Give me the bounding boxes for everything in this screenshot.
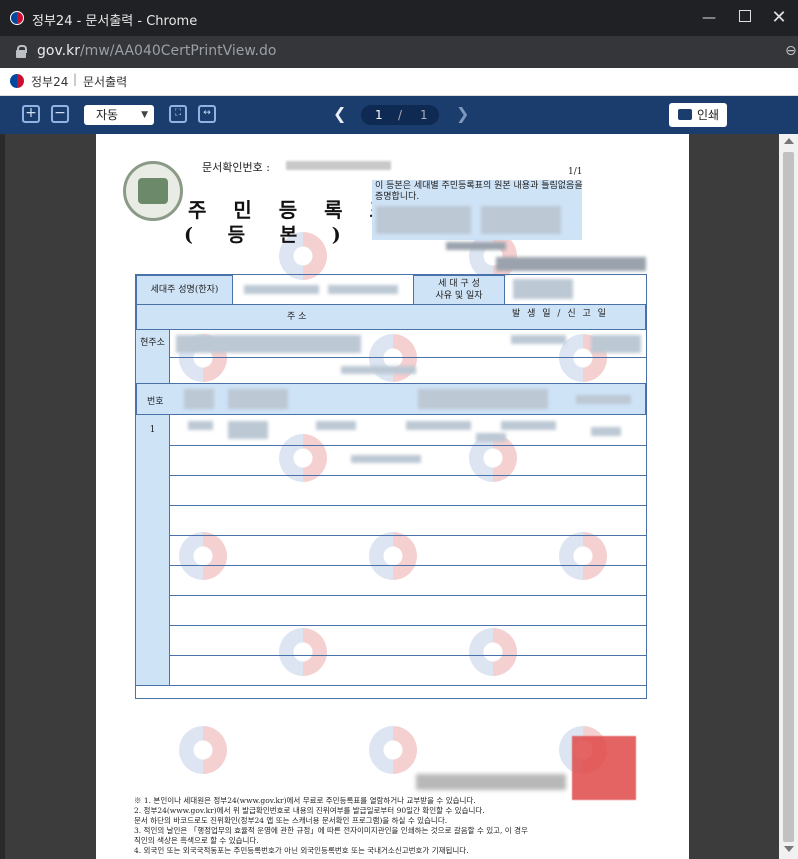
document-subtitle: ( 등 본 )	[184, 224, 355, 246]
left-edge	[0, 134, 5, 859]
site-name: 정부24	[31, 75, 69, 89]
zoom-in-button[interactable]: +	[22, 105, 40, 123]
household-reason-label: 세 대 구 성 사유 및 일자	[413, 275, 505, 305]
url-host: gov.kr	[37, 43, 80, 59]
maximize-icon	[739, 10, 751, 22]
number-label: 번호	[147, 397, 164, 407]
lock-icon	[16, 45, 27, 58]
address-bar[interactable]: gov.kr/mw/AA040CertPrintView.do ⊖	[0, 36, 798, 68]
redacted-info	[481, 206, 561, 234]
page-indicator[interactable]: 1 / 1	[361, 105, 439, 125]
issuer-name-redacted	[416, 774, 566, 790]
document-notes: ※ 1. 본인이나 세대원은 정부24(www.gov.kr)에서 무료로 주민…	[134, 796, 654, 856]
fit-page-icon: ⛶	[174, 108, 182, 118]
scroll-down-icon[interactable]	[784, 846, 794, 852]
chevron-down-icon: ▼	[141, 110, 148, 120]
redacted-info	[376, 206, 471, 234]
resident-register-table: 세대주 성명(한자) 세 대 구 성 사유 및 일자 주 소 발 생 일 / 신 …	[135, 274, 647, 699]
print-button[interactable]: 인쇄	[669, 103, 727, 127]
householder-label: 세대주 성명(한자)	[136, 275, 233, 305]
scroll-up-icon[interactable]	[784, 138, 794, 144]
minimize-button[interactable]: —	[694, 6, 724, 30]
date-header: 발 생 일 / 신 고 일	[512, 309, 608, 319]
page-separator: /	[398, 108, 403, 122]
fit-page-button[interactable]: ⛶	[169, 105, 187, 123]
redacted-date	[591, 335, 641, 353]
redacted-name	[328, 285, 398, 294]
note-line: 4. 외국인 또는 외국국적동포는 주민등록번호가 아닌 외국인등록번호 또는 …	[134, 846, 469, 855]
url-text[interactable]: gov.kr/mw/AA040CertPrintView.do	[37, 43, 276, 59]
official-stamp-icon	[572, 736, 636, 800]
official-seal-icon	[123, 161, 183, 221]
print-button-label: 인쇄	[697, 108, 720, 122]
watermark-emblem-icon	[179, 726, 227, 774]
redacted-date	[511, 335, 566, 344]
redacted-name	[244, 285, 319, 294]
document-title: 주 민 등 록 표	[188, 198, 398, 222]
zoom-out-button[interactable]: −	[51, 105, 69, 123]
redacted-reason	[513, 279, 573, 299]
vertical-scrollbar[interactable]	[779, 134, 798, 859]
next-page-button[interactable]: ❯	[456, 104, 469, 123]
note-line: 2. 정부24(www.gov.kr)에서 위 발급확인번호로 내용의 진위여부…	[134, 806, 485, 815]
note-line: 문서 하단의 바코드로도 진위확인(정부24 앱 또는 스캐너용 문서확인 프로…	[134, 816, 448, 825]
row-number: 1	[136, 415, 170, 445]
zoom-select[interactable]: 자동 ▼	[84, 105, 154, 125]
note-line: 직인의 색상은 흑색으로 할 수 있습니다.	[134, 836, 259, 845]
page-total: 1	[420, 108, 428, 122]
header-separator: |	[73, 72, 78, 86]
site-header: 정부24 | 문서출력	[0, 68, 798, 96]
note-line: ※ 1. 본인이나 세대원은 정부24(www.gov.kr)에서 무료로 주민…	[134, 796, 476, 805]
certification-statement: 이 등본은 세대별 주민등록표의 원본 내용과 틀림없음을 증명합니다.	[375, 181, 583, 202]
doc-number-value-redacted	[286, 161, 391, 170]
document-page: 문서확인번호 : 1/1 주 민 등 록 표 ( 등 본 ) 이 등본은 세대별…	[96, 134, 689, 859]
scroll-thumb[interactable]	[783, 152, 794, 842]
redacted-date	[446, 242, 506, 250]
printer-icon	[678, 109, 692, 120]
page-current[interactable]: 1	[375, 105, 383, 125]
window-title-bar: 정부24 - 문서출력 - Chrome — ✕	[0, 0, 798, 36]
page-action-icon[interactable]: ⊖	[785, 43, 797, 59]
doc-number-label: 문서확인번호 :	[202, 161, 270, 174]
close-button[interactable]: ✕	[764, 6, 794, 30]
address-header-row: 주 소 발 생 일 / 신 고 일	[136, 304, 646, 330]
url-path: /mw/AA040CertPrintView.do	[79, 43, 277, 59]
fit-width-icon: ↔	[203, 108, 211, 118]
gov24-logo-icon	[10, 74, 24, 88]
viewer-toolbar: + − 자동 ▼ ⛶ ↔ ❮ 1 / 1 ❯ 인쇄	[0, 96, 798, 134]
fit-width-button[interactable]: ↔	[198, 105, 216, 123]
address-header: 주 소	[287, 312, 307, 322]
current-address-label: 현주소	[136, 330, 170, 357]
window-title: 정부24 - 문서출력 - Chrome	[32, 14, 198, 29]
watermark-emblem-icon	[369, 726, 417, 774]
note-line: 3. 적인의 날인은 「행정업무의 효율적 운영에 관한 규정」에 따른 전자이…	[134, 826, 528, 835]
page-name: 문서출력	[83, 75, 128, 89]
redacted-address	[176, 335, 361, 353]
zoom-select-value: 자동	[96, 108, 119, 122]
redacted-note	[341, 366, 416, 374]
redacted-office	[496, 257, 646, 271]
gov24-favicon-icon	[10, 11, 24, 25]
page-fraction: 1/1	[568, 167, 583, 177]
previous-page-button[interactable]: ❮	[333, 104, 346, 123]
maximize-button[interactable]	[730, 6, 760, 30]
